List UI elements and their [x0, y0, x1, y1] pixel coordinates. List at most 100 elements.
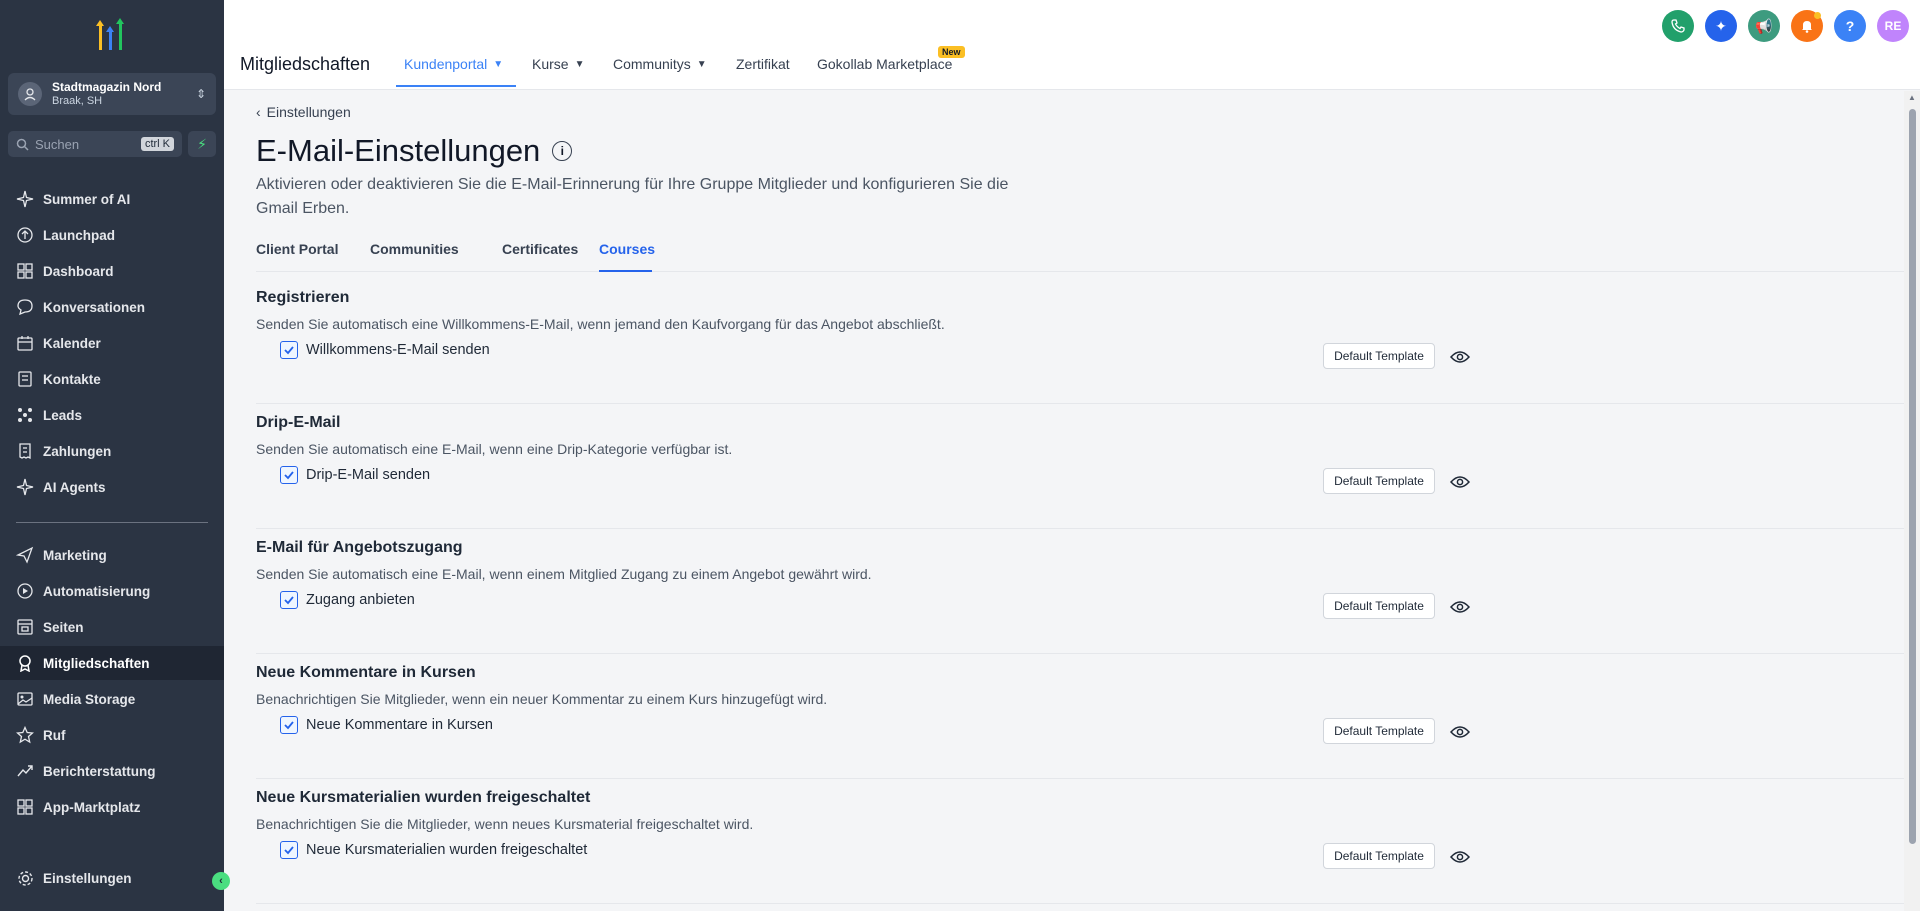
ai-assistant-button[interactable]: ✦	[1705, 10, 1737, 42]
sidebar-item-summer-of-ai[interactable]: Summer of AI	[0, 182, 224, 216]
sidebar-item-seiten[interactable]: Seiten	[0, 610, 224, 644]
tab-kundenportal[interactable]: Kundenportal ▼	[404, 56, 503, 72]
announcements-button[interactable]: 📢	[1748, 10, 1780, 42]
sidebar-item-ruf[interactable]: Ruf	[0, 718, 224, 752]
tab-courses[interactable]: Courses	[599, 241, 655, 257]
sidebar-item-berichterstattung[interactable]: Berichterstattung	[0, 754, 224, 788]
search-shortcut: ctrl K	[140, 137, 174, 151]
sparkle-icon: ✦	[1715, 17, 1727, 34]
chevron-down-icon: ▼	[574, 58, 585, 70]
default-template-button[interactable]: Default Template	[1323, 343, 1435, 369]
tab-certificates[interactable]: Certificates	[502, 241, 578, 257]
preview-eye-icon[interactable]	[1450, 347, 1470, 367]
rocket-icon	[16, 226, 34, 244]
sidebar-item-label: Zahlungen	[43, 443, 112, 459]
sidebar-item-kontakte[interactable]: Kontakte	[0, 362, 224, 396]
sidebar-item-kalender[interactable]: Kalender	[0, 326, 224, 360]
default-template-button[interactable]: Default Template	[1323, 593, 1435, 619]
sidebar-item-label: Konversationen	[43, 299, 146, 315]
tab-communities[interactable]: Communities	[370, 241, 459, 257]
sidebar-item-ai-agents[interactable]: AI Agents	[0, 470, 224, 504]
checkmark-icon	[284, 346, 294, 355]
account-name: Stadtmagazin Nord	[52, 80, 162, 94]
chevron-down-icon: ▼	[696, 58, 707, 70]
bolt-icon: ⚡	[197, 135, 207, 152]
sidebar-item-automatisierung[interactable]: Automatisierung	[0, 574, 224, 608]
chevron-left-icon: ‹	[256, 104, 261, 120]
sidebar-item-label: Media Storage	[43, 691, 136, 707]
avatar[interactable]: RE	[1877, 10, 1909, 42]
email-toggle[interactable]: Zugang anbieten	[280, 591, 415, 609]
checkbox[interactable]	[280, 591, 298, 609]
account-switcher[interactable]: Stadtmagazin Nord Braak, SH ⇕	[8, 73, 216, 115]
sidebar-item-label: AI Agents	[43, 479, 106, 495]
sidebar-item-dashboard[interactable]: Dashboard	[0, 254, 224, 288]
quick-action-button[interactable]: ⚡	[188, 131, 216, 157]
sidebar-item-label: Launchpad	[43, 227, 116, 243]
sidebar-item-marketing[interactable]: Marketing	[0, 538, 224, 572]
default-template-button[interactable]: Default Template	[1323, 468, 1435, 494]
sidebar-item-app-marktplatz[interactable]: App-Marktplatz	[0, 790, 224, 824]
email-setting-section: E-Mail für Angebotszugang Senden Sie auto…	[256, 529, 1904, 654]
award-icon	[16, 654, 34, 672]
receipt-icon	[16, 442, 34, 460]
preview-eye-icon[interactable]	[1450, 597, 1470, 617]
apps-icon	[16, 798, 34, 816]
notification-dot	[1814, 12, 1821, 19]
section-title: Registrieren	[256, 289, 350, 306]
email-toggle[interactable]: Neue Kursmaterialien wurden freigeschalt…	[280, 841, 587, 859]
trend-icon	[16, 762, 34, 780]
notifications-button[interactable]	[1791, 10, 1823, 42]
tab-zertifikat[interactable]: Zertifikat	[736, 56, 790, 72]
sidebar-item-launchpad[interactable]: Launchpad	[0, 218, 224, 252]
preview-eye-icon[interactable]	[1450, 722, 1470, 742]
tab-marketplace[interactable]: Gokollab Marketplace	[817, 56, 952, 72]
email-toggle[interactable]: Neue Kommentare in Kursen	[280, 716, 493, 734]
chevron-left-icon: ‹	[219, 875, 223, 887]
checkbox[interactable]	[280, 716, 298, 734]
email-toggle[interactable]: Willkommens-E-Mail senden	[280, 341, 490, 359]
megaphone-icon: 📢	[1755, 17, 1773, 34]
page-description: Aktivieren oder deaktivieren Sie die E-M…	[256, 176, 1009, 217]
info-icon[interactable]: i	[552, 141, 573, 161]
checkbox[interactable]	[280, 466, 298, 484]
help-button[interactable]: ?	[1834, 10, 1866, 42]
sidebar-item-konversationen[interactable]: Konversationen	[0, 290, 224, 324]
sidebar-item-settings[interactable]: Einstellungen	[0, 861, 224, 895]
new-badge: New	[938, 46, 965, 58]
section-title: Mitgliedschaften	[240, 54, 371, 74]
tab-kurse[interactable]: Kurse ▼	[532, 56, 584, 72]
page-icon	[16, 618, 34, 636]
tab-label: Kundenportal	[404, 56, 488, 72]
search-placeholder: Suchen	[35, 136, 80, 152]
tab-client-portal[interactable]: Client Portal	[256, 241, 338, 257]
sidebar-item-media-storage[interactable]: Media Storage	[0, 682, 224, 716]
sidebar-item-label: App-Marktplatz	[43, 799, 141, 815]
sidebar-item-leads[interactable]: Leads	[0, 398, 224, 432]
tab-label: Gokollab Marketplace	[817, 56, 953, 72]
sidebar-item-label: Kontakte	[43, 371, 101, 387]
sidebar-item-label: Mitgliedschaften	[43, 655, 150, 671]
preview-eye-icon[interactable]	[1450, 847, 1470, 867]
email-setting-section: Neue Kursmaterialien wurden freigeschalt…	[256, 779, 1904, 904]
scrollbar-thumb[interactable]	[1909, 109, 1916, 844]
checkbox[interactable]	[280, 341, 298, 359]
phone-button[interactable]	[1662, 10, 1694, 42]
email-toggle[interactable]: Drip-E-Mail senden	[280, 466, 430, 484]
back-link[interactable]: ‹ Einstellungen	[256, 104, 351, 120]
checkbox-label: Neue Kommentare in Kursen	[306, 717, 493, 733]
default-template-button[interactable]: Default Template	[1323, 843, 1435, 869]
preview-eye-icon[interactable]	[1450, 472, 1470, 492]
calendar-icon	[16, 334, 34, 352]
default-template-button[interactable]: Default Template	[1323, 718, 1435, 744]
section-title: Neue Kursmaterialien wurden freigeschalt…	[256, 789, 591, 806]
search-input[interactable]: Suchen ctrl K	[8, 131, 182, 157]
star-icon	[16, 726, 34, 744]
sidebar-item-label: Dashboard	[43, 263, 114, 279]
tab-communitys[interactable]: Communitys ▼	[613, 56, 707, 72]
sidebar-item-mitgliedschaften[interactable]: Mitgliedschaften	[0, 646, 224, 680]
sidebar-item-zahlungen[interactable]: Zahlungen	[0, 434, 224, 468]
checkbox[interactable]	[280, 841, 298, 859]
scrollbar[interactable]: ▲	[1904, 91, 1920, 911]
section-title: Neue Kommentare in Kursen	[256, 664, 476, 681]
